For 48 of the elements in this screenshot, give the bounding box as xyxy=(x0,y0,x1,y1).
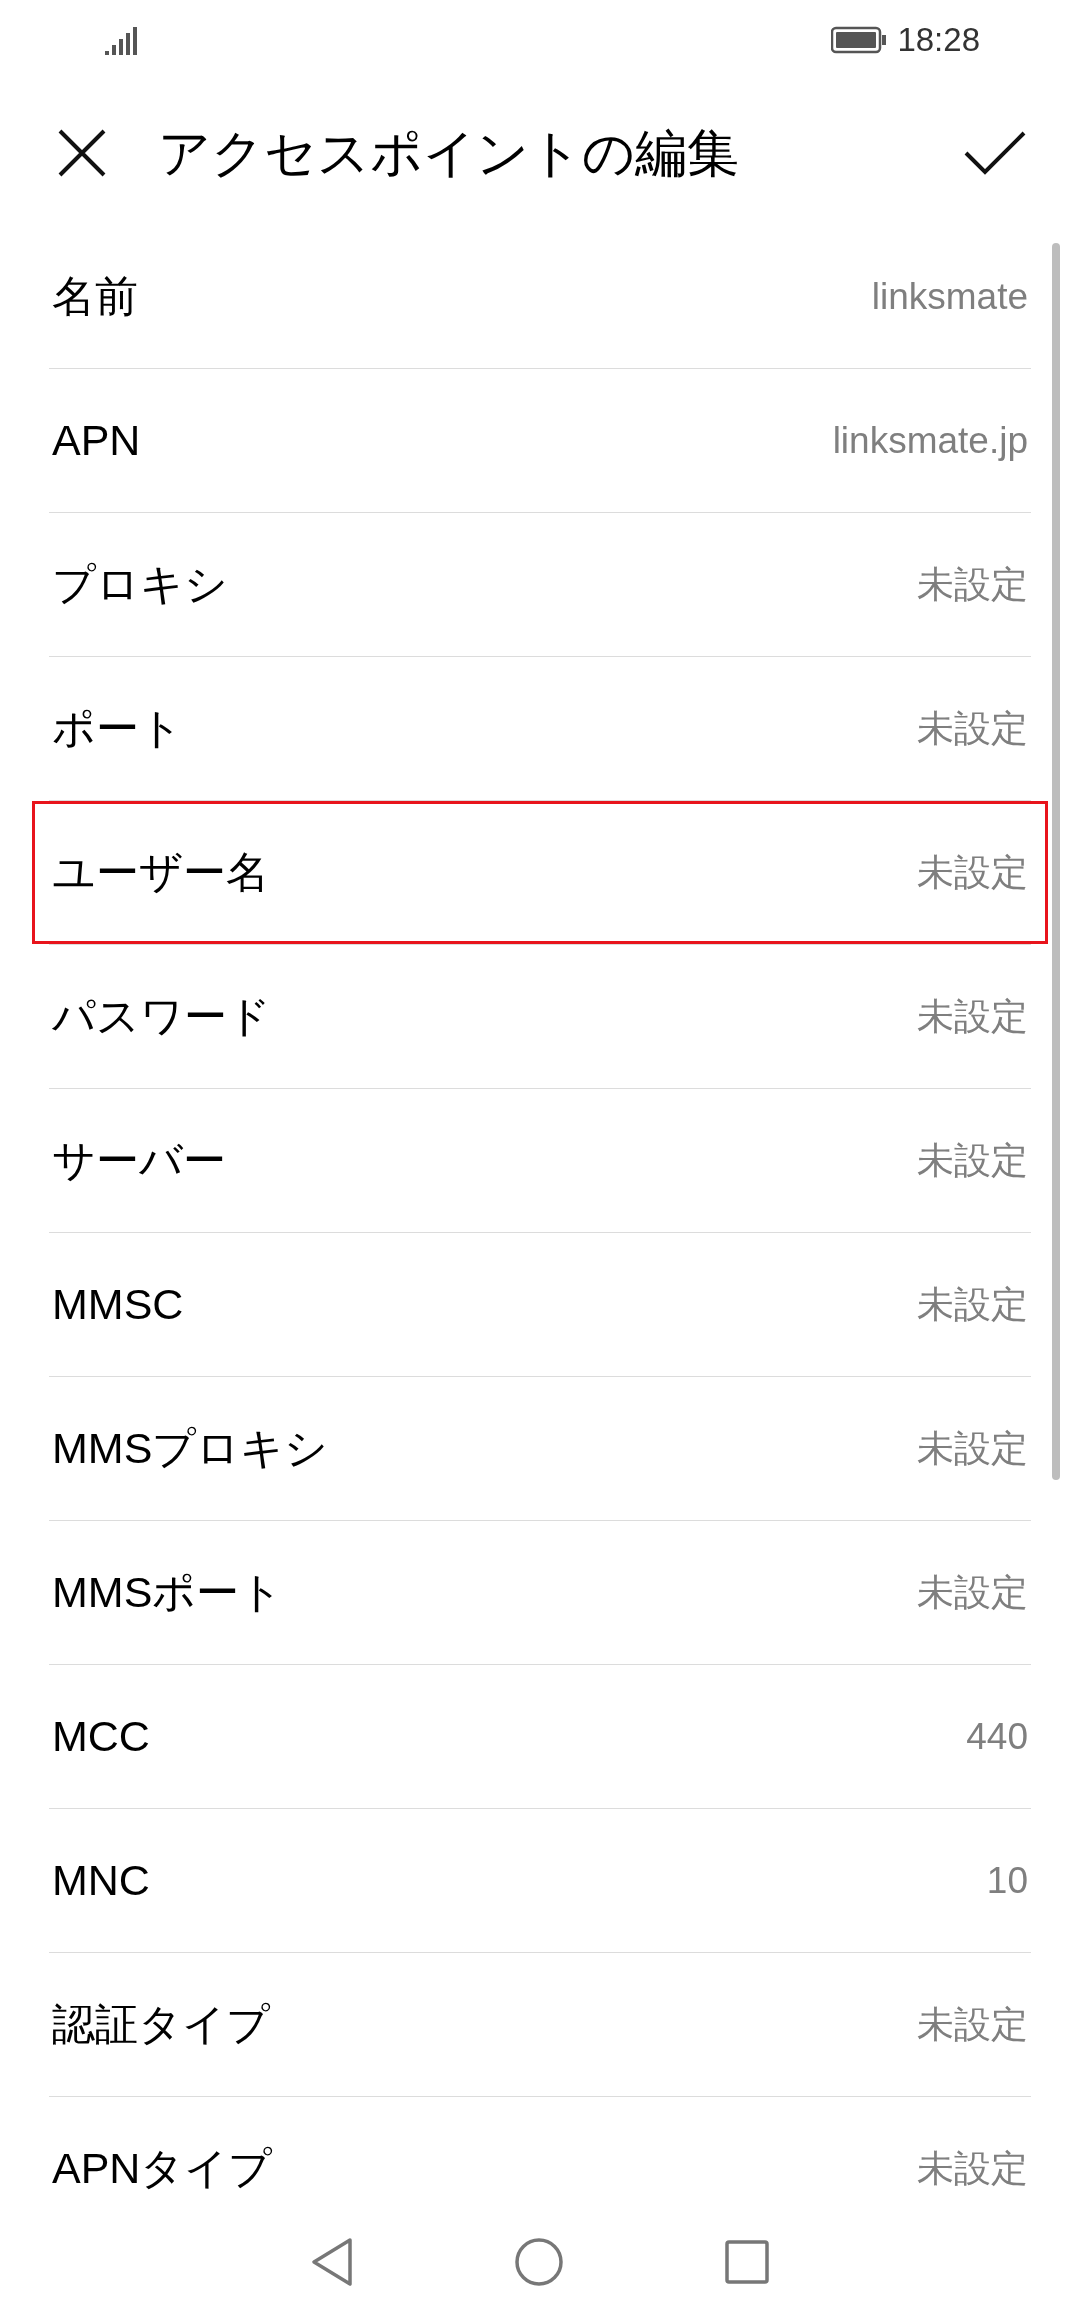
setting-label: プロキシ xyxy=(52,559,229,611)
setting-label: MMSポート xyxy=(52,1567,285,1619)
setting-row[interactable]: MNC 10 xyxy=(32,1809,1048,1952)
setting-label: 認証タイプ xyxy=(52,1999,271,2051)
setting-row[interactable]: MMSC 未設定 xyxy=(32,1233,1048,1376)
status-time: 18:28 xyxy=(897,20,980,61)
setting-row[interactable]: MMSポート 未設定 xyxy=(32,1521,1048,1664)
setting-row[interactable]: パスワード 未設定 xyxy=(32,945,1048,1088)
setting-value: 440 xyxy=(966,1714,1028,1759)
setting-label: MMSプロキシ xyxy=(52,1423,330,1475)
setting-row[interactable]: 名前 linksmate xyxy=(32,225,1048,368)
setting-row[interactable]: ユーザー名 未設定 xyxy=(32,801,1048,944)
setting-value: 未設定 xyxy=(917,1570,1028,1615)
setting-value: linksmate.jp xyxy=(832,418,1028,463)
setting-label: サーバー xyxy=(52,1135,227,1187)
setting-row[interactable]: ポート 未設定 xyxy=(32,657,1048,800)
setting-label: MNC xyxy=(52,1855,151,1907)
setting-value: 未設定 xyxy=(917,1282,1028,1327)
setting-value: 10 xyxy=(986,1858,1028,1903)
screen-title: アクセスポイントの編集 xyxy=(158,122,740,184)
battery-icon xyxy=(831,26,888,54)
setting-label: APNタイプ xyxy=(52,2143,274,2195)
back-icon[interactable] xyxy=(310,2237,354,2287)
setting-label: 名前 xyxy=(52,271,139,323)
setting-row[interactable]: APN linksmate.jp xyxy=(32,369,1048,512)
setting-value: 未設定 xyxy=(917,994,1028,1039)
setting-label: ポート xyxy=(52,703,184,755)
setting-label: MMSC xyxy=(52,1279,185,1331)
setting-row[interactable]: プロキシ 未設定 xyxy=(32,513,1048,656)
setting-row[interactable]: 認証タイプ 未設定 xyxy=(32,1953,1048,2096)
setting-row[interactable]: MMSプロキシ 未設定 xyxy=(32,1377,1048,1520)
setting-label: ユーザー名 xyxy=(52,847,270,899)
recents-icon[interactable] xyxy=(724,2239,770,2285)
setting-value: 未設定 xyxy=(917,706,1028,751)
setting-label: APN xyxy=(52,415,142,467)
setting-value: 未設定 xyxy=(917,2002,1028,2047)
home-icon[interactable] xyxy=(514,2237,564,2287)
setting-label: パスワード xyxy=(52,991,272,1043)
setting-value: linksmate xyxy=(871,274,1028,319)
setting-value: 未設定 xyxy=(917,1138,1028,1183)
setting-label: MCC xyxy=(52,1711,151,1763)
setting-value: 未設定 xyxy=(917,2146,1028,2191)
setting-value: 未設定 xyxy=(917,850,1028,895)
setting-value: 未設定 xyxy=(917,562,1028,607)
setting-row[interactable]: サーバー 未設定 xyxy=(32,1089,1048,1232)
setting-row[interactable]: MCC 440 xyxy=(32,1665,1048,1808)
setting-row[interactable]: APNタイプ 未設定 xyxy=(32,2097,1048,2240)
setting-value: 未設定 xyxy=(917,1426,1028,1471)
